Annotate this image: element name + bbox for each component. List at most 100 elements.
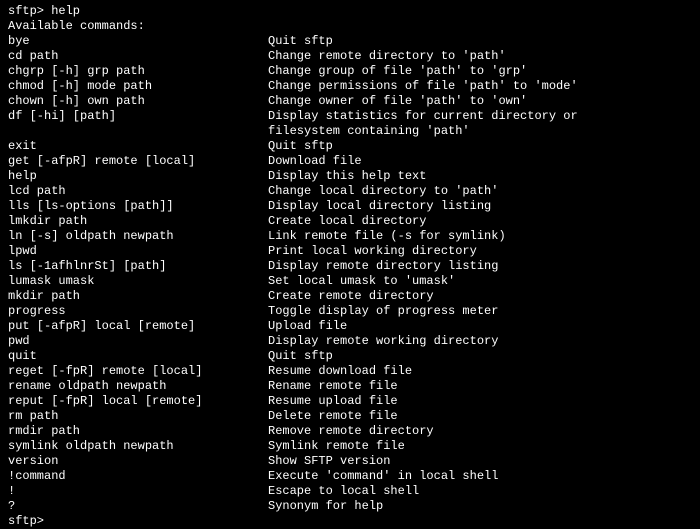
command-syntax: rmdir path bbox=[8, 424, 268, 439]
command-description: filesystem containing 'path' bbox=[268, 124, 470, 139]
help-row: put [-afpR] local [remote]Upload file bbox=[8, 319, 692, 334]
command-syntax: lmkdir path bbox=[8, 214, 268, 229]
command-syntax: get [-afpR] remote [local] bbox=[8, 154, 268, 169]
help-row: lpwdPrint local working directory bbox=[8, 244, 692, 259]
command-description: Download file bbox=[268, 154, 362, 169]
command-syntax: exit bbox=[8, 139, 268, 154]
command-description: Resume upload file bbox=[268, 394, 398, 409]
command-syntax: chgrp [-h] grp path bbox=[8, 64, 268, 79]
prompt-line-2[interactable]: sftp> bbox=[8, 514, 692, 529]
help-row: chown [-h] own pathChange owner of file … bbox=[8, 94, 692, 109]
help-row: rename oldpath newpathRename remote file bbox=[8, 379, 692, 394]
help-row: helpDisplay this help text bbox=[8, 169, 692, 184]
help-row: ln [-s] oldpath newpathLink remote file … bbox=[8, 229, 692, 244]
help-row: chgrp [-h] grp pathChange group of file … bbox=[8, 64, 692, 79]
command-syntax: chown [-h] own path bbox=[8, 94, 268, 109]
help-row: versionShow SFTP version bbox=[8, 454, 692, 469]
command-description: Quit sftp bbox=[268, 139, 333, 154]
command-description: Remove remote directory bbox=[268, 424, 434, 439]
terminal-output: sftp> help Available commands: byeQuit s… bbox=[8, 4, 692, 529]
help-row: chmod [-h] mode pathChange permissions o… bbox=[8, 79, 692, 94]
help-row: pwdDisplay remote working directory bbox=[8, 334, 692, 349]
help-row: progressToggle display of progress meter bbox=[8, 304, 692, 319]
command-description: Set local umask to 'umask' bbox=[268, 274, 455, 289]
command-description: Upload file bbox=[268, 319, 347, 334]
command-description: Symlink remote file bbox=[268, 439, 405, 454]
command-syntax: df [-hi] [path] bbox=[8, 109, 268, 124]
help-row: lmkdir pathCreate local directory bbox=[8, 214, 692, 229]
command-description: Quit sftp bbox=[268, 34, 333, 49]
help-row: quitQuit sftp bbox=[8, 349, 692, 364]
command-syntax: ln [-s] oldpath newpath bbox=[8, 229, 268, 244]
help-row: ?Synonym for help bbox=[8, 499, 692, 514]
help-row: lumask umaskSet local umask to 'umask' bbox=[8, 274, 692, 289]
command-description: Create remote directory bbox=[268, 289, 434, 304]
command-description: Display remote directory listing bbox=[268, 259, 498, 274]
command-syntax: lpwd bbox=[8, 244, 268, 259]
help-row: lls [ls-options [path]]Display local dir… bbox=[8, 199, 692, 214]
command-syntax: cd path bbox=[8, 49, 268, 64]
command-syntax: reput [-fpR] local [remote] bbox=[8, 394, 268, 409]
command-syntax: quit bbox=[8, 349, 268, 364]
command-description: Resume download file bbox=[268, 364, 412, 379]
command-description: Quit sftp bbox=[268, 349, 333, 364]
help-row: symlink oldpath newpathSymlink remote fi… bbox=[8, 439, 692, 454]
help-row: !Escape to local shell bbox=[8, 484, 692, 499]
command-syntax: lls [ls-options [path]] bbox=[8, 199, 268, 214]
help-row: filesystem containing 'path' bbox=[8, 124, 692, 139]
help-commands-list: byeQuit sftpcd pathChange remote directo… bbox=[8, 34, 692, 514]
command-syntax: bye bbox=[8, 34, 268, 49]
help-row: get [-afpR] remote [local]Download file bbox=[8, 154, 692, 169]
command-syntax: symlink oldpath newpath bbox=[8, 439, 268, 454]
help-row: reput [-fpR] local [remote]Resume upload… bbox=[8, 394, 692, 409]
help-row: df [-hi] [path]Display statistics for cu… bbox=[8, 109, 692, 124]
command-syntax: ? bbox=[8, 499, 268, 514]
help-row: byeQuit sftp bbox=[8, 34, 692, 49]
command-syntax: put [-afpR] local [remote] bbox=[8, 319, 268, 334]
command-description: Change group of file 'path' to 'grp' bbox=[268, 64, 527, 79]
command-syntax: version bbox=[8, 454, 268, 469]
command-description: Toggle display of progress meter bbox=[268, 304, 498, 319]
command-syntax: rename oldpath newpath bbox=[8, 379, 268, 394]
command-description: Display this help text bbox=[268, 169, 426, 184]
command-syntax: pwd bbox=[8, 334, 268, 349]
command-description: Show SFTP version bbox=[268, 454, 390, 469]
command-syntax: help bbox=[8, 169, 268, 184]
help-row: rmdir pathRemove remote directory bbox=[8, 424, 692, 439]
header-line: Available commands: bbox=[8, 19, 692, 34]
command-description: Print local working directory bbox=[268, 244, 477, 259]
command-description: Escape to local shell bbox=[268, 484, 419, 499]
command-syntax: lumask umask bbox=[8, 274, 268, 289]
command-description: Rename remote file bbox=[268, 379, 398, 394]
command-syntax: chmod [-h] mode path bbox=[8, 79, 268, 94]
prompt-line-1[interactable]: sftp> help bbox=[8, 4, 692, 19]
command-syntax: reget [-fpR] remote [local] bbox=[8, 364, 268, 379]
command-description: Display local directory listing bbox=[268, 199, 491, 214]
help-row: reget [-fpR] remote [local]Resume downlo… bbox=[8, 364, 692, 379]
command-description: Delete remote file bbox=[268, 409, 398, 424]
command-syntax: lcd path bbox=[8, 184, 268, 199]
command-syntax: ls [-1afhlnrSt] [path] bbox=[8, 259, 268, 274]
help-row: !commandExecute 'command' in local shell bbox=[8, 469, 692, 484]
command-syntax: mkdir path bbox=[8, 289, 268, 304]
command-description: Change local directory to 'path' bbox=[268, 184, 498, 199]
help-row: exitQuit sftp bbox=[8, 139, 692, 154]
command-syntax: !command bbox=[8, 469, 268, 484]
help-row: lcd pathChange local directory to 'path' bbox=[8, 184, 692, 199]
command-description: Display statistics for current directory… bbox=[268, 109, 578, 124]
help-row: rm pathDelete remote file bbox=[8, 409, 692, 424]
command-syntax: ! bbox=[8, 484, 268, 499]
help-row: cd pathChange remote directory to 'path' bbox=[8, 49, 692, 64]
command-description: Change owner of file 'path' to 'own' bbox=[268, 94, 527, 109]
command-description: Link remote file (-s for symlink) bbox=[268, 229, 506, 244]
command-syntax: progress bbox=[8, 304, 268, 319]
command-description: Display remote working directory bbox=[268, 334, 498, 349]
command-description: Change remote directory to 'path' bbox=[268, 49, 506, 64]
command-syntax: rm path bbox=[8, 409, 268, 424]
help-row: mkdir pathCreate remote directory bbox=[8, 289, 692, 304]
command-description: Change permissions of file 'path' to 'mo… bbox=[268, 79, 578, 94]
help-row: ls [-1afhlnrSt] [path]Display remote dir… bbox=[8, 259, 692, 274]
command-syntax bbox=[8, 124, 268, 139]
command-description: Execute 'command' in local shell bbox=[268, 469, 498, 484]
command-description: Synonym for help bbox=[268, 499, 383, 514]
